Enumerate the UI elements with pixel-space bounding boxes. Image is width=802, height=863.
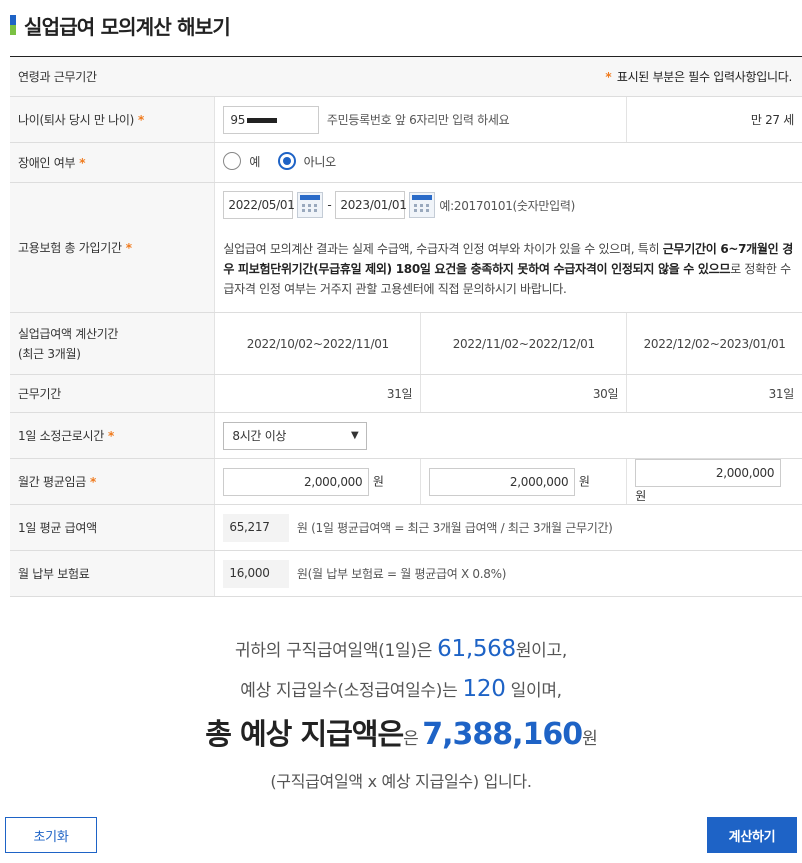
section-label: 연령과 근무기간 xyxy=(10,56,215,97)
wage-input-1[interactable]: 2,000,000 xyxy=(223,467,370,496)
result-panel: 귀하의 구직급여일액(1일)은 61,568원이고, 예상 지급일수(소정급여일… xyxy=(0,630,802,801)
work-days-1: 31일 xyxy=(214,374,421,413)
result-formula-line: (구직급여일액 x 예상 지급일수) 입니다. xyxy=(270,772,532,791)
date-separator: - xyxy=(327,198,332,212)
premium-row: 월 납부 보험료 16,000 원(월 납부 보험료 = 월 평균급여 X 0.… xyxy=(10,550,802,597)
section-header-row: 연령과 근무기간 * 표시된 부분은 필수 입력사항입니다. xyxy=(10,56,802,97)
result-total-line: 총 예상 지급액은은 7,388,160원 xyxy=(205,717,598,752)
work-days-3: 31일 xyxy=(626,374,802,413)
hours-select[interactable]: 8시간 이상 ▼ xyxy=(223,421,368,450)
result-daily-line: 귀하의 구직급여일액(1일)은 61,568원이고, xyxy=(235,636,567,662)
pay-days: 120 xyxy=(462,676,506,702)
premium-note: 원(월 납부 보험료 = 월 평균급여 X 0.8%) xyxy=(296,567,507,581)
age-row: 나이(퇴사 당시 만 나이) * 95 주민등록번호 앞 6자리만 입력 하세요 … xyxy=(10,96,802,143)
won-unit: 원 xyxy=(578,474,590,488)
title-bullet-icon xyxy=(10,15,16,35)
disability-yes-radio[interactable]: 예 xyxy=(223,152,260,170)
insurance-start-input[interactable]: 2022/05/01 xyxy=(223,191,295,219)
total-amount: 7,388,160 xyxy=(422,717,583,752)
result-days-line: 예상 지급일수(소정급여일수)는 120 일이며, xyxy=(240,676,562,702)
required-mark-icon: * xyxy=(79,155,86,170)
required-mark-icon: * xyxy=(605,70,612,84)
period-3: 2022/12/02~2023/01/01 xyxy=(626,312,802,375)
calendar-icon[interactable] xyxy=(297,192,324,218)
disability-row: 장애인 여부 * 예 아니오 xyxy=(10,142,802,183)
daily-amount: 61,568 xyxy=(437,636,516,662)
work-days-label: 근무기간 xyxy=(10,374,215,413)
insurance-end-input[interactable]: 2023/01/01 xyxy=(335,191,407,219)
hours-label: 1일 소정근로시간 xyxy=(18,428,105,443)
period-1: 2022/10/02~2022/11/01 xyxy=(214,312,421,375)
chevron-down-icon: ▼ xyxy=(350,430,359,441)
wage-row: 월간 평균임금 * 2,000,000 원 2,000,000 원 2,000,0… xyxy=(10,458,802,505)
page-title: 실업급여 모의계산 해보기 xyxy=(24,14,231,39)
required-mark-icon: * xyxy=(137,112,144,127)
calendar-icon[interactable] xyxy=(409,192,436,218)
insurance-label: 고용보험 총 가입기간 xyxy=(18,240,122,255)
daily-avg-note: 원 (1일 평균급여액 = 최근 3개월 급여액 / 최근 3개월 근무기간) xyxy=(296,521,613,535)
period-2: 2022/11/02~2022/12/01 xyxy=(420,312,627,375)
calc-period-row: 실업급여액 계산기간 (최근 3개월) 2022/10/02~2022/11/01… xyxy=(10,312,802,375)
daily-avg-label: 1일 평균 급여액 xyxy=(10,504,215,551)
disability-label: 장애인 여부 xyxy=(18,155,76,170)
wage-input-3[interactable]: 2,000,000 xyxy=(635,459,782,487)
daily-avg-row: 1일 평균 급여액 65,217 원 (1일 평균급여액 = 최근 3개월 급여… xyxy=(10,504,802,551)
hours-row: 1일 소정근로시간 * 8시간 이상 ▼ xyxy=(10,412,802,459)
required-note: 표시된 부분은 필수 입력사항입니다. xyxy=(616,70,792,84)
age-hint: 주민등록번호 앞 6자리만 입력 하세요 xyxy=(326,113,510,127)
calc-period-label: 실업급여액 계산기간 xyxy=(18,326,119,341)
premium-label: 월 납부 보험료 xyxy=(10,550,215,597)
date-format-hint: 예:20170101(숫자만입력) xyxy=(439,198,576,213)
calc-form-table: 연령과 근무기간 * 표시된 부분은 필수 입력사항입니다. 나이(퇴사 당시 … xyxy=(10,56,802,597)
work-days-2: 30일 xyxy=(420,374,627,413)
masked-digits xyxy=(247,117,278,123)
wage-input-2[interactable]: 2,000,000 xyxy=(429,467,576,496)
premium-value: 16,000 xyxy=(223,559,290,588)
radio-on-icon[interactable] xyxy=(277,152,296,170)
age-result: 만 27 세 xyxy=(626,96,802,143)
insurance-row: 고용보험 총 가입기간 * 2022/05/01 - 2023/01/01 예:2… xyxy=(10,182,802,313)
calc-period-sublabel: (최근 3개월) xyxy=(18,346,81,361)
reset-button[interactable]: 초기화 xyxy=(5,817,97,853)
calculate-button[interactable]: 계산하기 xyxy=(707,817,797,853)
disability-no-radio[interactable]: 아니오 xyxy=(277,152,336,170)
work-days-row: 근무기간 31일 30일 31일 xyxy=(10,374,802,413)
daily-avg-value: 65,217 xyxy=(223,513,290,542)
page-title-wrap: 실업급여 모의계산 해보기 xyxy=(10,8,231,42)
won-unit: 원 xyxy=(372,474,384,488)
required-mark-icon: * xyxy=(125,240,132,255)
won-unit: 원 xyxy=(635,489,646,503)
age-label: 나이(퇴사 당시 만 나이) xyxy=(18,112,134,127)
wage-label: 월간 평균임금 xyxy=(18,474,86,489)
radio-off-icon[interactable] xyxy=(223,152,242,170)
required-mark-icon: * xyxy=(108,428,115,443)
required-mark-icon: * xyxy=(89,474,96,489)
notice-text: 실업급여 모의계산 결과는 실제 수급액, 수급자격 인정 여부와 차이가 있을… xyxy=(223,242,794,296)
birthdate-input[interactable]: 95 xyxy=(223,105,320,134)
